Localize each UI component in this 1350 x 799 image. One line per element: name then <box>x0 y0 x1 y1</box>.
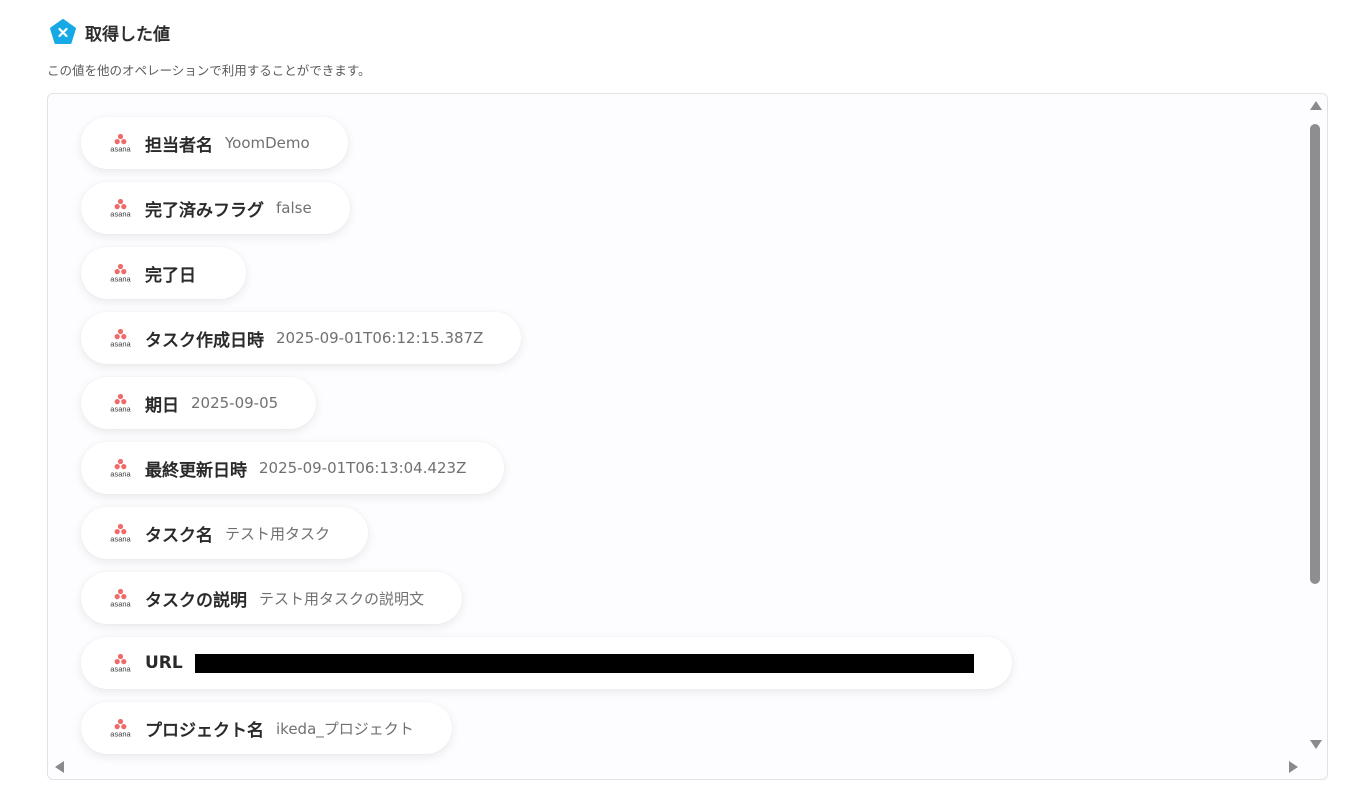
svg-text:asana: asana <box>110 535 131 544</box>
svg-text:asana: asana <box>110 470 131 479</box>
value-label: 期日 <box>145 395 179 416</box>
svg-text:asana: asana <box>110 340 131 349</box>
value-pill[interactable]: asana タスク名 テスト用タスク <box>81 507 369 559</box>
value-label: タスク名 <box>145 525 213 546</box>
values-panel[interactable]: asana 担当者名 YoomDemo asana 完了済みフラグ false asana 完… <box>47 93 1328 780</box>
section-description: この値を他のオペレーションで利用することができます。 <box>47 63 371 78</box>
scroll-right-arrow[interactable] <box>1289 761 1298 773</box>
asana-logo-icon: asana <box>107 262 134 284</box>
asana-logo-icon: asana <box>107 717 134 739</box>
value-pill[interactable]: asana 完了日 <box>81 247 246 299</box>
yoom-pentagon-icon <box>49 18 77 46</box>
vertical-scrollbar-thumb[interactable] <box>1310 124 1320 584</box>
value-label: 完了日 <box>145 265 196 286</box>
value-pill[interactable]: asana タスク作成日時 2025-09-01T06:12:15.387Z <box>81 312 522 364</box>
value-label: URL <box>145 653 183 673</box>
svg-text:asana: asana <box>110 145 131 154</box>
asana-logo-icon: asana <box>107 392 134 414</box>
svg-text:asana: asana <box>110 665 131 674</box>
scroll-left-arrow[interactable] <box>55 761 64 773</box>
value-label: プロジェクト名 <box>145 720 264 741</box>
value-label: タスクの説明 <box>145 590 247 611</box>
value-text: テスト用タスクの説明文 <box>259 589 425 608</box>
value-text: YoomDemo <box>225 134 310 152</box>
scroll-up-arrow[interactable] <box>1310 101 1322 110</box>
value-text: false <box>276 199 312 217</box>
value-pill[interactable]: asana 最終更新日時 2025-09-01T06:13:04.423Z <box>81 442 505 494</box>
value-text: ikeda_プロジェクト <box>276 719 414 738</box>
svg-text:asana: asana <box>110 405 131 414</box>
redacted-value <box>194 653 974 673</box>
asana-logo-icon: asana <box>107 197 134 219</box>
value-label: 最終更新日時 <box>145 460 247 481</box>
asana-logo-icon: asana <box>107 132 134 154</box>
value-pill[interactable]: asana タスクの説明 テスト用タスクの説明文 <box>81 572 463 624</box>
scroll-down-arrow[interactable] <box>1310 740 1322 749</box>
value-pill[interactable]: asana 期日 2025-09-05 <box>81 377 317 429</box>
value-label: 完了済みフラグ <box>145 200 264 221</box>
value-pill[interactable]: asana 担当者名 YoomDemo <box>81 117 348 169</box>
svg-text:asana: asana <box>110 275 131 284</box>
value-text: 2025-09-01T06:13:04.423Z <box>259 459 467 477</box>
section-header: 取得した値 <box>49 18 170 46</box>
value-pill[interactable]: asana 完了済みフラグ false <box>81 182 350 234</box>
value-pill[interactable]: asana プロジェクト名 ikeda_プロジェクト <box>81 702 452 754</box>
asana-logo-icon: asana <box>107 587 134 609</box>
value-text: テスト用タスク <box>225 524 331 543</box>
asana-logo-icon: asana <box>107 652 134 674</box>
value-list: asana 担当者名 YoomDemo asana 完了済みフラグ false asana 完… <box>81 117 1012 754</box>
value-label: タスク作成日時 <box>145 330 264 351</box>
svg-text:asana: asana <box>110 730 131 739</box>
value-text: 2025-09-01T06:12:15.387Z <box>276 329 484 347</box>
svg-text:asana: asana <box>110 600 131 609</box>
value-text: 2025-09-05 <box>191 394 279 412</box>
value-pill[interactable]: asana URL <box>81 637 1012 689</box>
asana-logo-icon: asana <box>107 457 134 479</box>
asana-logo-icon: asana <box>107 522 134 544</box>
section-title: 取得した値 <box>85 24 170 45</box>
asana-logo-icon: asana <box>107 327 134 349</box>
svg-text:asana: asana <box>110 210 131 219</box>
value-label: 担当者名 <box>145 135 213 156</box>
